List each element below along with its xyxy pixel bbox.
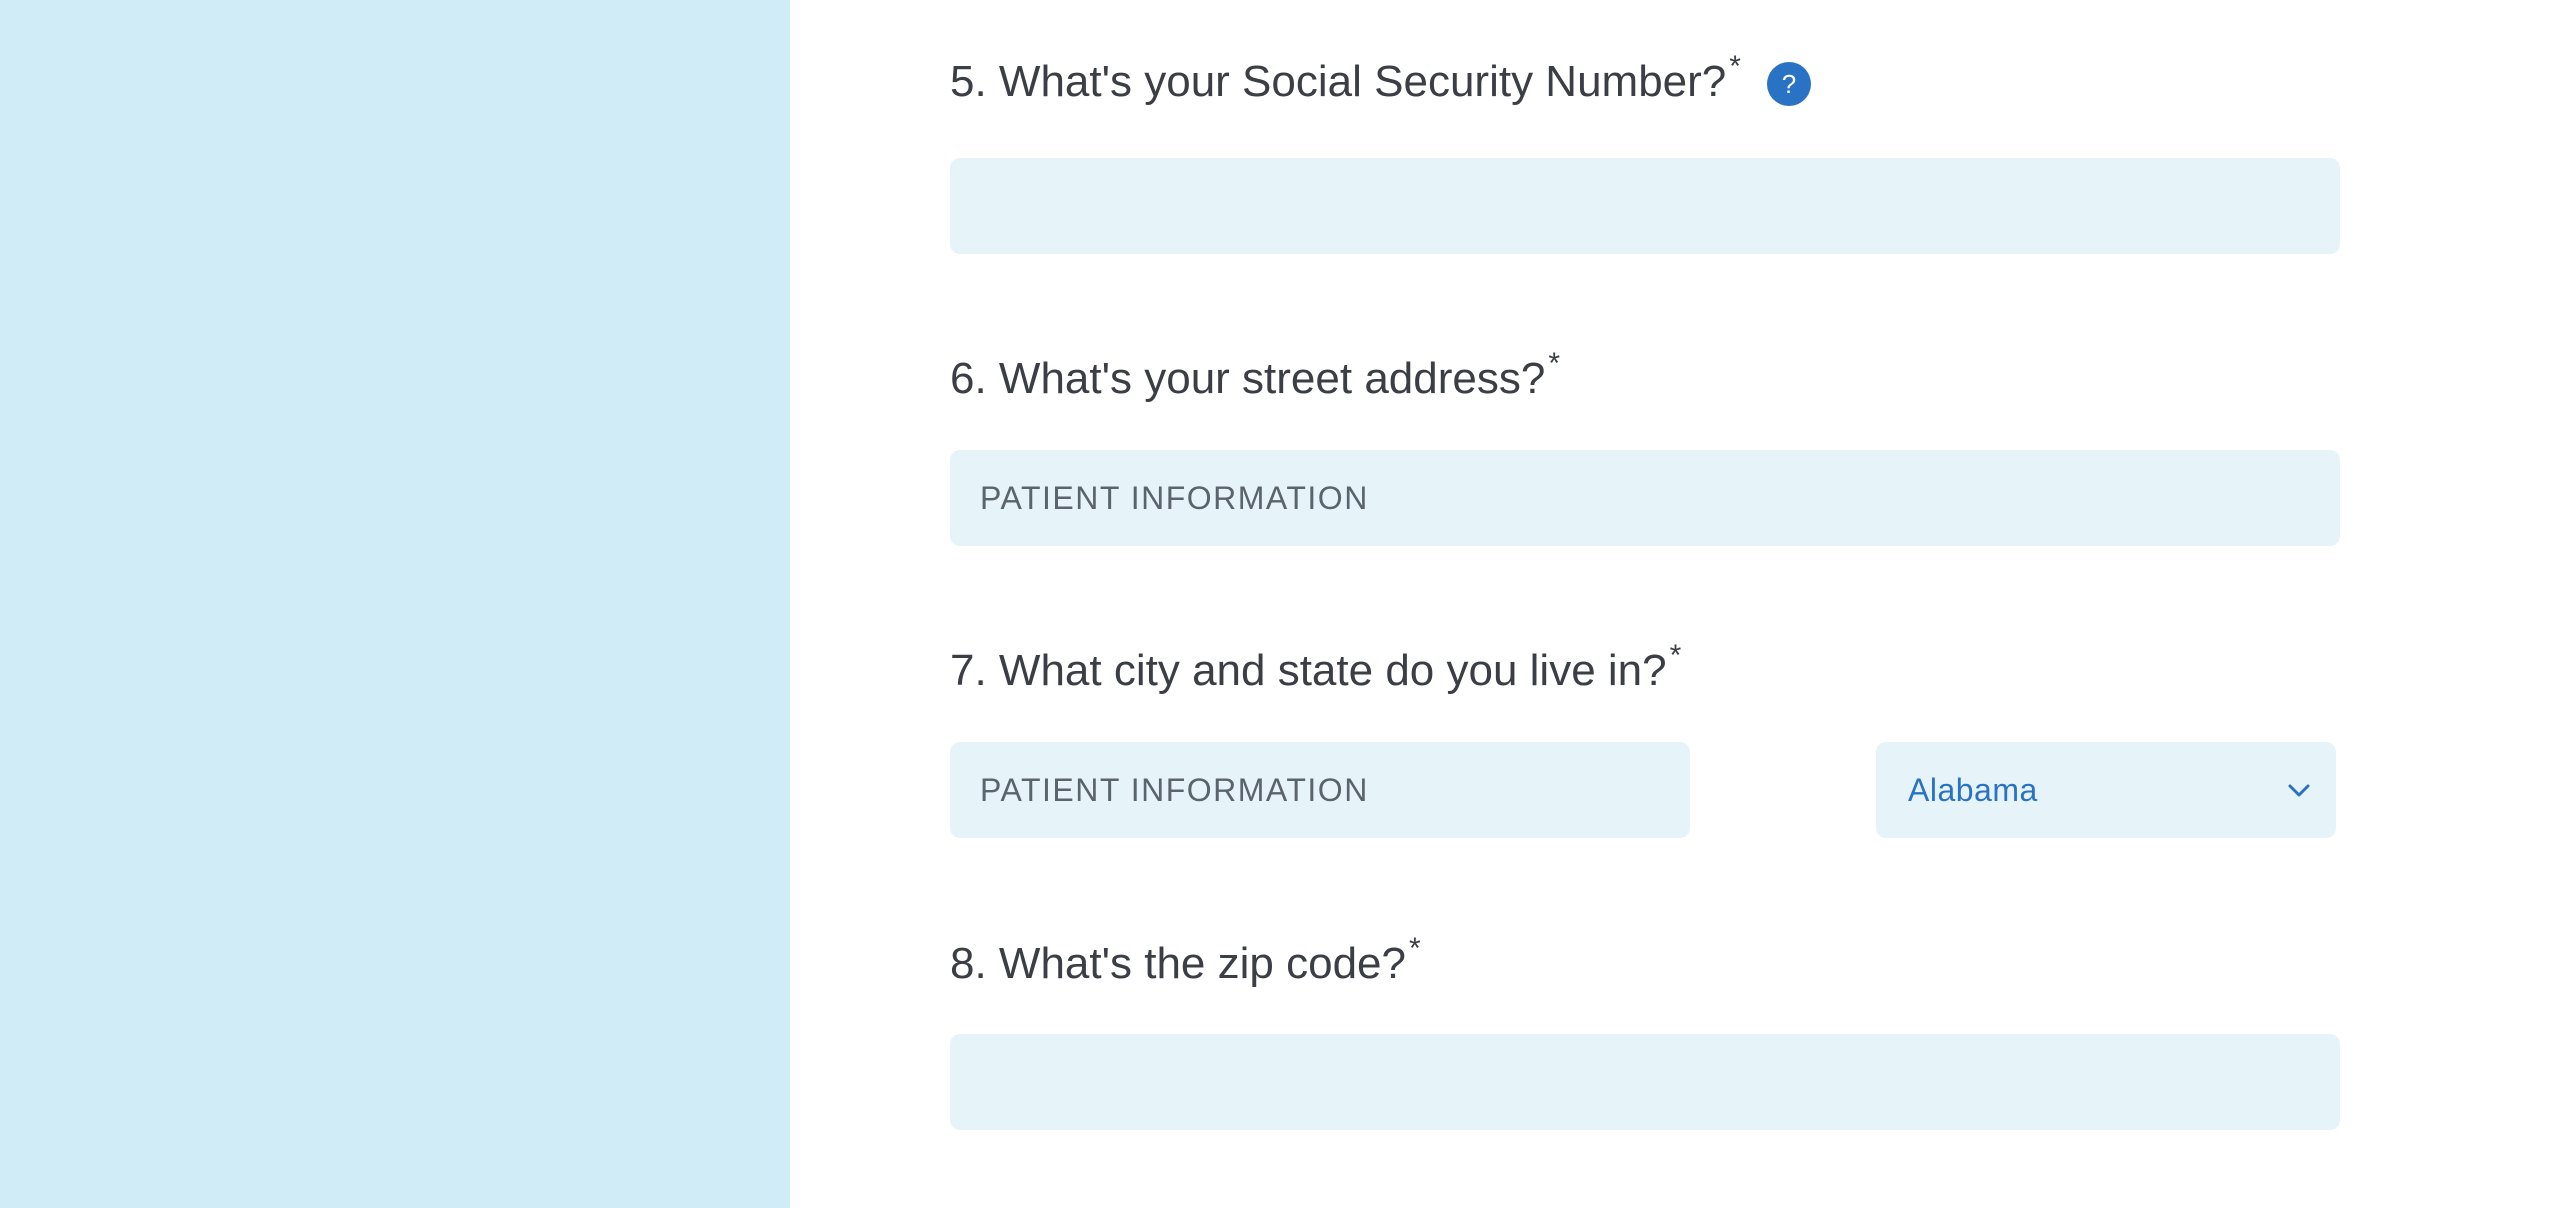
state-select-value: Alabama	[1908, 771, 2038, 808]
city-input[interactable]	[950, 742, 1690, 838]
patient-information-form: 5. What's your Social Security Number? *…	[950, 0, 2350, 1208]
chevron-down-icon	[2288, 784, 2310, 797]
state-select[interactable]: Alabama	[1876, 742, 2336, 838]
required-asterisk: *	[1548, 347, 1561, 380]
street-address-input[interactable]	[950, 450, 2340, 546]
question-label: 5. What's your Social Security Number? *…	[950, 50, 1811, 110]
left-sidebar-panel	[0, 0, 790, 1208]
question-label-text: 6. What's your street address?	[950, 354, 1546, 403]
required-asterisk: *	[1669, 639, 1682, 672]
help-icon[interactable]: ?	[1766, 62, 1811, 106]
question-label: 7. What city and state do you live in? *	[950, 639, 1682, 699]
ssn-input[interactable]	[950, 158, 2340, 254]
zip-code-input[interactable]	[950, 1034, 2340, 1130]
question-label-text: 8. What's the zip code?	[950, 939, 1406, 988]
question-label-text: 5. What's your Social Security Number?	[950, 57, 1727, 106]
question-label: 6. What's your street address? *	[950, 347, 1561, 407]
question-label: 8. What's the zip code? *	[950, 932, 1421, 992]
question-label-text: 7. What city and state do you live in?	[950, 646, 1667, 695]
required-asterisk: *	[1408, 932, 1421, 965]
required-asterisk: *	[1729, 50, 1741, 83]
